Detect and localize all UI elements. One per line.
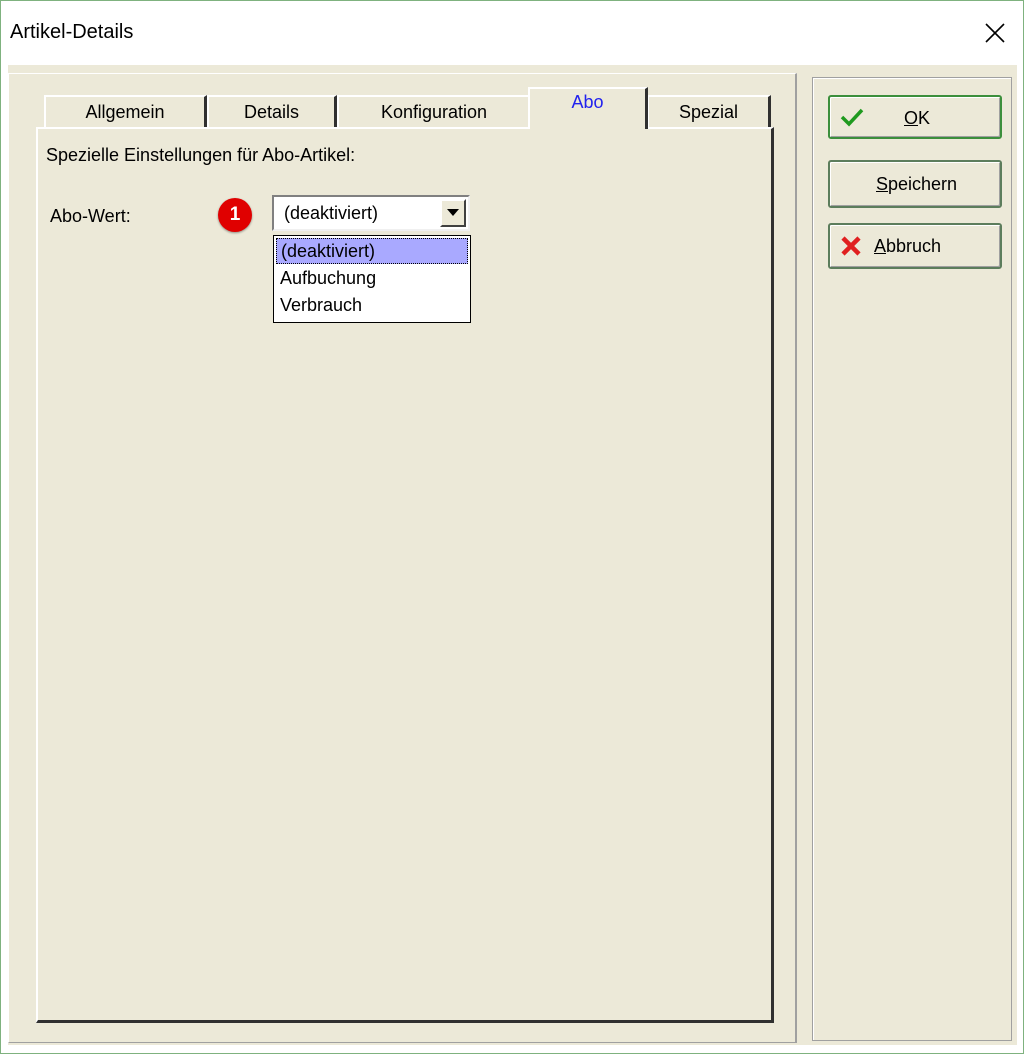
- dropdown-option-verbrauch[interactable]: Verbrauch: [276, 293, 468, 319]
- abo-wert-dropdown-list: (deaktiviert) Aufbuchung Verbrauch: [273, 235, 471, 323]
- combo-value: (deaktiviert): [284, 203, 379, 223]
- tab-label: Allgemein: [85, 102, 165, 122]
- panel-heading: Spezielle Einstellungen für Abo-Artikel:: [46, 145, 356, 165]
- cancel-button[interactable]: Abbruch: [828, 223, 1002, 269]
- tab-label: Spezial: [678, 102, 739, 122]
- triangle-down-icon: [447, 209, 459, 216]
- tab-label: Konfiguration: [380, 102, 488, 122]
- save-button-label: Speichern: [876, 174, 958, 194]
- dropdown-option-deaktiviert[interactable]: (deaktiviert): [276, 238, 468, 264]
- window-title: Artikel-Details: [10, 21, 134, 43]
- combo-dropdown-button[interactable]: [440, 199, 466, 227]
- close-icon: [985, 23, 1005, 43]
- ok-button-label: OK: [904, 108, 931, 128]
- checkmark-icon: [840, 108, 864, 127]
- tab-details[interactable]: Details: [207, 95, 337, 127]
- ok-button[interactable]: OK: [828, 95, 1002, 139]
- abo-wert-combobox[interactable]: (deaktiviert): [272, 195, 470, 231]
- tab-label: Details: [243, 102, 300, 122]
- close-button[interactable]: [969, 1, 1023, 65]
- dialog-window: Artikel-Details Allgemein Details Konfig…: [0, 0, 1024, 1054]
- dialog-client-area: Allgemein Details Konfiguration Spezial …: [8, 65, 1017, 1045]
- tab-label: Abo: [571, 92, 604, 112]
- save-button[interactable]: Speichern: [828, 160, 1002, 208]
- tab-spezial[interactable]: Spezial: [647, 95, 771, 127]
- tab-allgemein[interactable]: Allgemein: [44, 95, 207, 127]
- title-bar[interactable]: Artikel-Details: [1, 1, 1023, 65]
- dropdown-option-aufbuchung[interactable]: Aufbuchung: [276, 266, 468, 292]
- cancel-button-label: Abbruch: [874, 236, 942, 256]
- red-x-icon: [841, 236, 861, 256]
- tab-konfiguration[interactable]: Konfiguration: [337, 95, 532, 127]
- tab-abo[interactable]: Abo: [528, 87, 648, 129]
- button-area-frame: [812, 77, 1012, 1041]
- abo-wert-label: Abo-Wert:: [50, 206, 131, 226]
- step-badge: 1: [218, 198, 252, 232]
